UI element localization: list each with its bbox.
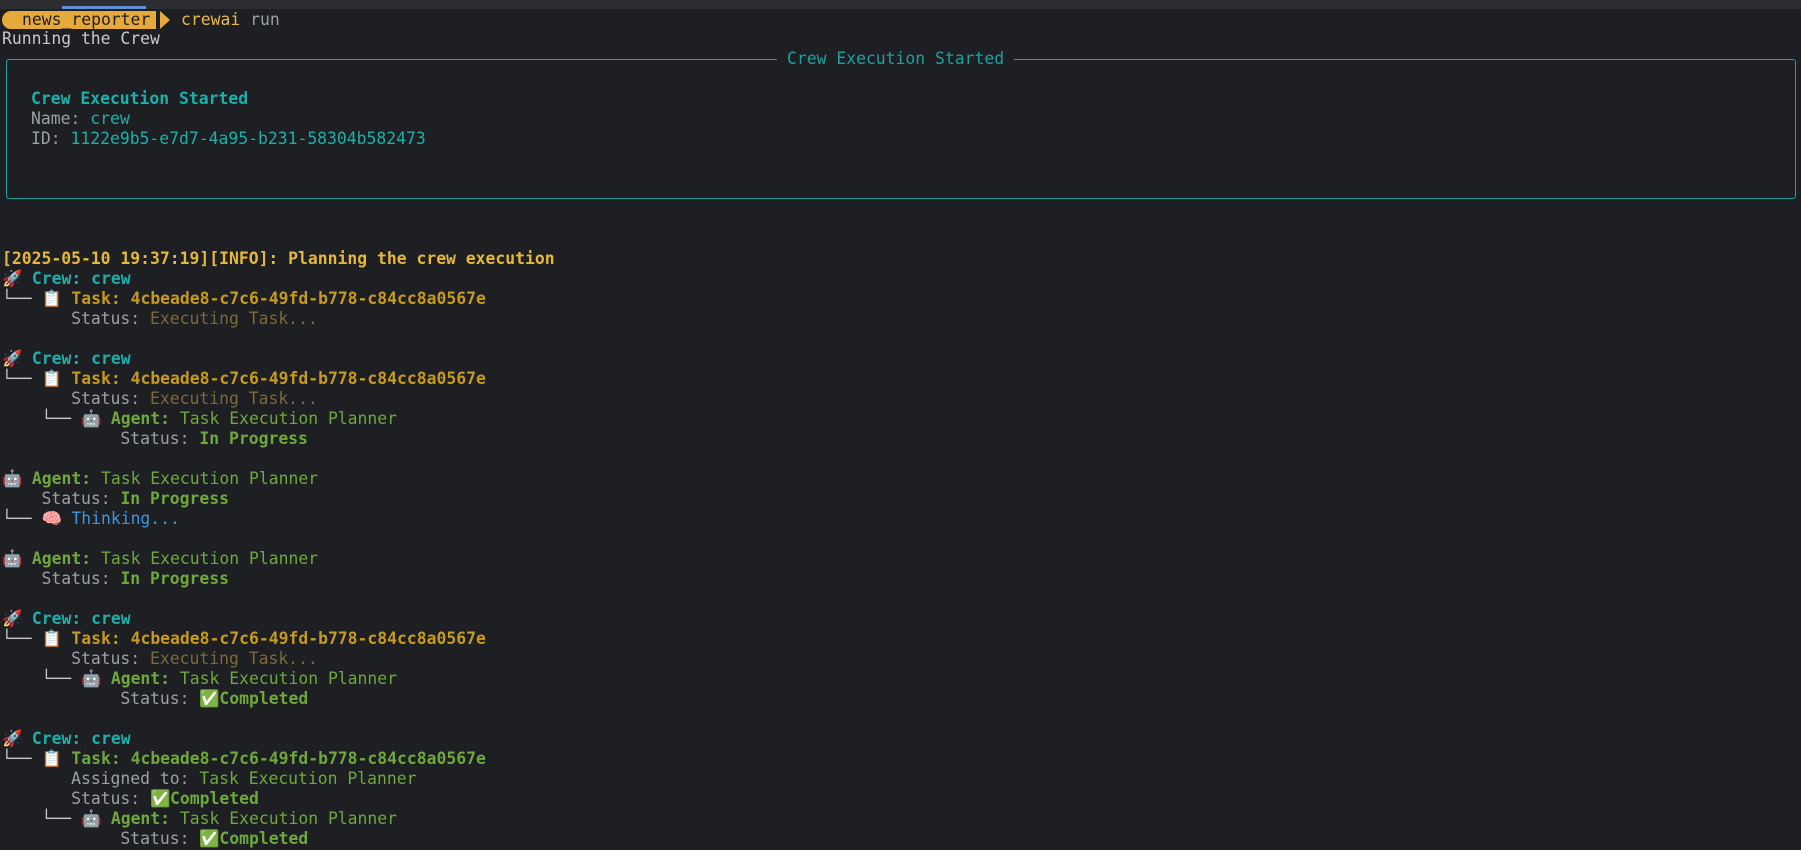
crew-line: 🚀 Crew: crew [2,729,131,748]
check-icon: ✅ [199,689,220,708]
robot-icon: 🤖 [80,409,102,428]
active-tab-indicator[interactable] [62,6,146,9]
panel-name-row: Name: crew [31,109,130,128]
rocket-icon: 🚀 [2,269,23,288]
running-message: Running the Crew [2,29,160,48]
command-line: crewai run [181,10,280,30]
robot-icon: 🤖 [2,549,23,568]
agent-line: 🤖 Agent: Task Execution Planner [2,469,319,488]
command-name: crewai [181,10,241,29]
crew-started-panel: Crew Execution Started Crew Execution St… [6,49,1796,199]
agent-line: └── 🤖 Agent: Task Execution Planner [2,409,398,428]
terminal-tab-bar [0,0,1801,9]
check-icon: ✅ [150,789,171,808]
agent-status-line: Status: In Progress [120,429,308,448]
info-log-line: [2025-05-10 19:37:19][INFO]: Planning th… [2,249,555,268]
task-line: └── 📋 Task: 4cbeade8-c7c6-49fd-b778-c84c… [2,749,486,768]
prompt-arrow [160,11,170,29]
robot-icon: 🤖 [2,469,23,488]
rocket-icon: 🚀 [2,609,23,628]
task-line: └── 📋 Task: 4cbeade8-c7c6-49fd-b778-c84c… [2,629,486,648]
agent-status-line: Status: ✅Completed [120,689,309,708]
task-status-line: Status: Executing Task... [71,389,318,408]
prompt-path-segment: news_reporter [2,11,157,29]
task-line: └── 📋 Task: 4cbeade8-c7c6-49fd-b778-c84c… [2,369,486,388]
clipboard-icon: 📋 [41,289,62,308]
agent-line: └── 🤖 Agent: Task Execution Planner [2,669,398,688]
rocket-icon: 🚀 [2,349,23,368]
clipboard-icon: 📋 [41,749,62,768]
robot-icon: 🤖 [80,809,102,828]
command-argument: run [250,10,280,29]
panel-id-row: ID: 1122e9b5-e7d7-4a95-b231-58304b582473 [31,129,426,148]
task-status-line: Status: ✅Completed [71,789,259,808]
rocket-icon: 🚀 [2,729,23,748]
task-line: └── 📋 Task: 4cbeade8-c7c6-49fd-b778-c84c… [2,289,486,308]
task-status-line: Status: Executing Task... [71,649,318,668]
brain-icon: 🧠 [41,509,62,528]
task-assigned-line: Assigned to: Task Execution Planner [71,769,417,788]
crew-line: 🚀 Crew: crew [2,269,131,288]
agent-line: └── 🤖 Agent: Task Execution Planner [2,809,398,828]
panel-title: Crew Execution Started [777,49,1015,69]
clipboard-icon: 📋 [41,629,62,648]
agent-status-line: Status: ✅Completed [120,829,309,848]
agent-status-line: Status: In Progress [41,489,229,508]
task-status-line: Status: Executing Task... [71,309,318,328]
thinking-line: └── 🧠 Thinking... [2,509,180,528]
crew-line: 🚀 Crew: crew [2,609,131,628]
clipboard-icon: 📋 [41,369,62,388]
crew-line: 🚀 Crew: crew [2,349,131,368]
panel-heading: Crew Execution Started [31,89,249,108]
robot-icon: 🤖 [80,669,102,688]
agent-status-line: Status: In Progress [41,569,229,588]
agent-line: 🤖 Agent: Task Execution Planner [2,549,319,568]
check-icon: ✅ [199,829,220,848]
